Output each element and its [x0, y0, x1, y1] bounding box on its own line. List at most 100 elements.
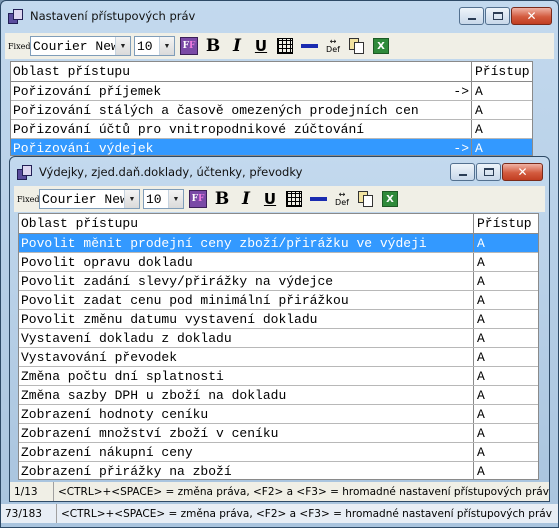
maximize-button[interactable]	[485, 7, 510, 25]
line-style-button[interactable]	[307, 188, 329, 210]
access-value-cell[interactable]: A	[474, 329, 538, 347]
export-excel-button[interactable]: X	[379, 188, 401, 210]
column-header-access[interactable]: Přístup	[472, 62, 532, 81]
italic-icon: I	[242, 189, 250, 209]
access-value-cell[interactable]: A	[474, 424, 538, 442]
access-area-label: Pořizování stálých a časově omezených pr…	[13, 102, 419, 118]
access-value-cell[interactable]: A	[474, 443, 538, 461]
chevron-down-icon[interactable]: ▼	[159, 37, 174, 55]
table-row[interactable]: Pořizování účtů pro vnitropodnikové zúčt…	[11, 120, 532, 139]
table-row[interactable]: Zobrazení množství zboží v ceníku A	[19, 424, 538, 443]
table-row[interactable]: Pořizování výdejek -> A	[11, 139, 532, 156]
font-size-select[interactable]: 10 ▼	[143, 189, 184, 209]
access-value-cell[interactable]: A	[472, 120, 532, 138]
font-size-value: 10	[137, 38, 153, 54]
font-dialog-button[interactable]: FF	[178, 35, 200, 57]
default-width-button[interactable]: ↔ Def	[331, 188, 353, 210]
submenu-pointer: ->	[453, 83, 469, 99]
font-select[interactable]: Courier New ▼	[30, 36, 131, 56]
access-value-cell[interactable]: A	[472, 101, 532, 119]
access-area-cell: Povolit změnu datumu vystavení dokladu	[19, 310, 474, 328]
inner-titlebar[interactable]: Výdejky, zjed.daň.doklady, účtenky, přev…	[10, 157, 549, 187]
access-value-cell[interactable]: A	[474, 367, 538, 385]
copy-button[interactable]	[346, 35, 368, 57]
column-header-area[interactable]: Oblast přístupu	[11, 62, 472, 81]
underline-button[interactable]: U	[250, 35, 272, 57]
table-row[interactable]: Vystavování převodek A	[19, 348, 538, 367]
font-select[interactable]: Courier New ▼	[39, 189, 140, 209]
table-row[interactable]: Změna počtu dní splatnosti A	[19, 367, 538, 386]
copy-button[interactable]	[355, 188, 377, 210]
table-header: Oblast přístupu Přístup	[19, 214, 538, 234]
app-icon	[16, 164, 33, 181]
column-header-access[interactable]: Přístup	[474, 214, 538, 233]
access-area-cell: Změna sazby DPH u zboží na dokladu	[19, 386, 474, 404]
close-button[interactable]: ✕	[511, 7, 552, 25]
access-value-cell[interactable]: A	[474, 405, 538, 423]
fixed-font-toggle[interactable]: Fixed	[17, 195, 39, 204]
bold-button[interactable]: B	[202, 35, 224, 57]
chevron-down-icon[interactable]: ▼	[124, 190, 139, 208]
access-area-cell: Povolit měnit prodejní ceny zboží/přiráž…	[19, 234, 474, 252]
inner-status-hint: <CTRL>+<SPACE> = změna práva, <F2> a <F3…	[58, 485, 549, 498]
table-row[interactable]: Povolit zadání slevy/přirážky na výdejce…	[19, 272, 538, 291]
bold-button[interactable]: B	[211, 188, 233, 210]
grid-lines-button[interactable]	[274, 35, 296, 57]
table-row[interactable]: Změna sazby DPH u zboží na dokladu A	[19, 386, 538, 405]
fixed-font-toggle[interactable]: Fixed	[8, 42, 30, 51]
access-value-cell[interactable]: A	[474, 253, 538, 271]
access-value-cell[interactable]: A	[474, 291, 538, 309]
access-area-label: Povolit změnu datumu vystavení dokladu	[21, 311, 318, 327]
access-value-cell[interactable]: A	[472, 139, 532, 156]
access-value-cell[interactable]: A	[472, 82, 532, 100]
inner-window-title: Výdejky, zjed.daň.doklady, účtenky, přev…	[39, 165, 303, 179]
table-row[interactable]: Povolit měnit prodejní ceny zboží/přiráž…	[19, 234, 538, 253]
access-area-cell: Zobrazení hodnoty ceníku	[19, 405, 474, 423]
underline-button[interactable]: U	[259, 188, 281, 210]
underline-icon: U	[254, 37, 268, 55]
access-value-cell[interactable]: A	[474, 234, 538, 252]
grid-lines-button[interactable]	[283, 188, 305, 210]
table-row[interactable]: Povolit opravu dokladu A	[19, 253, 538, 272]
close-button[interactable]: ✕	[502, 163, 543, 181]
default-width-button[interactable]: ↔ Def	[322, 35, 344, 57]
font-dialog-icon: FF	[189, 190, 207, 208]
chevron-down-icon[interactable]: ▼	[115, 37, 130, 55]
table-row[interactable]: Pořizování příjemek -> A	[11, 82, 532, 101]
maximize-icon	[483, 168, 494, 176]
font-dialog-button[interactable]: FF	[187, 188, 209, 210]
inner-window: Výdejky, zjed.daň.doklady, účtenky, přev…	[9, 156, 550, 502]
access-value-cell[interactable]: A	[474, 348, 538, 366]
outer-titlebar[interactable]: Nastavení přístupových práv ✕	[1, 1, 558, 31]
access-area-label: Pořizování výdejek	[13, 140, 154, 156]
table-row[interactable]: Pořizování stálých a časově omezených pr…	[11, 101, 532, 120]
outer-access-table: Oblast přístupu Přístup Pořizování příje…	[10, 61, 533, 156]
inner-access-table: Oblast přístupu Přístup Povolit měnit pr…	[18, 213, 539, 480]
table-row[interactable]: Vystavení dokladu z dokladu A	[19, 329, 538, 348]
access-value-cell[interactable]: A	[474, 386, 538, 404]
maximize-button[interactable]	[476, 163, 501, 181]
access-area-cell: Povolit zadat cenu pod minimální přirážk…	[19, 291, 474, 309]
font-size-select[interactable]: 10 ▼	[134, 36, 175, 56]
table-row[interactable]: Povolit zadat cenu pod minimální přirážk…	[19, 291, 538, 310]
access-value-cell[interactable]: A	[474, 310, 538, 328]
line-style-button[interactable]	[298, 35, 320, 57]
outer-status-hint: <CTRL>+<SPACE> = změna práva, <F2> a <F3…	[61, 507, 552, 520]
table-row[interactable]: Zobrazení přirážky na zboží A	[19, 462, 538, 479]
access-area-label: Zobrazení přirážky na zboží	[21, 463, 232, 479]
minimize-button[interactable]	[459, 7, 484, 25]
column-header-area[interactable]: Oblast přístupu	[19, 214, 474, 233]
italic-button[interactable]: I	[235, 188, 257, 210]
export-excel-button[interactable]: X	[370, 35, 392, 57]
table-row[interactable]: Zobrazení hodnoty ceníku A	[19, 405, 538, 424]
italic-button[interactable]: I	[226, 35, 248, 57]
minimize-button[interactable]	[450, 163, 475, 181]
access-value-cell[interactable]: A	[474, 462, 538, 479]
bold-icon: B	[205, 36, 221, 56]
chevron-down-icon[interactable]: ▼	[168, 190, 183, 208]
underline-icon: U	[263, 190, 277, 208]
table-row[interactable]: Povolit změnu datumu vystavení dokladu A	[19, 310, 538, 329]
outer-statusbar: 73/183 <CTRL>+<SPACE> = změna práva, <F2…	[1, 504, 558, 523]
table-row[interactable]: Zobrazení nákupní ceny A	[19, 443, 538, 462]
access-value-cell[interactable]: A	[474, 272, 538, 290]
